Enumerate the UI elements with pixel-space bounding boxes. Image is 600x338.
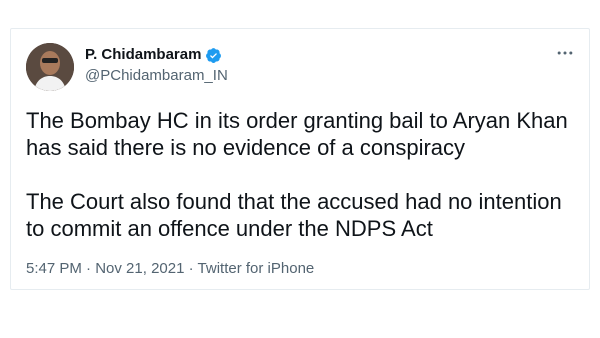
- more-options-icon[interactable]: [555, 43, 575, 63]
- tweet-date: Nov 21, 2021: [95, 260, 185, 277]
- tweet-time: 5:47 PM: [26, 260, 82, 277]
- tweet-source-link[interactable]: Twitter for iPhone: [198, 260, 315, 277]
- meta-separator: ·: [86, 260, 92, 277]
- author-display-name[interactable]: P. Chidambaram: [85, 46, 201, 64]
- author-name-row: P. Chidambaram: [85, 46, 222, 64]
- tweet-time-link[interactable]: 5:47 PM · Nov 21, 2021: [26, 260, 184, 277]
- tweet-card: P. Chidambaram @PChidambaram_IN The Bomb…: [10, 28, 590, 290]
- tweet-metadata: 5:47 PM · Nov 21, 2021 · Twitter for iPh…: [26, 260, 314, 278]
- verified-badge-icon: [205, 47, 222, 64]
- author-handle[interactable]: @PChidambaram_IN: [85, 67, 228, 85]
- meta-separator-2: ·: [188, 260, 194, 277]
- avatar[interactable]: [26, 43, 74, 91]
- tweet-text: The Bombay HC in its order granting bail…: [26, 108, 568, 241]
